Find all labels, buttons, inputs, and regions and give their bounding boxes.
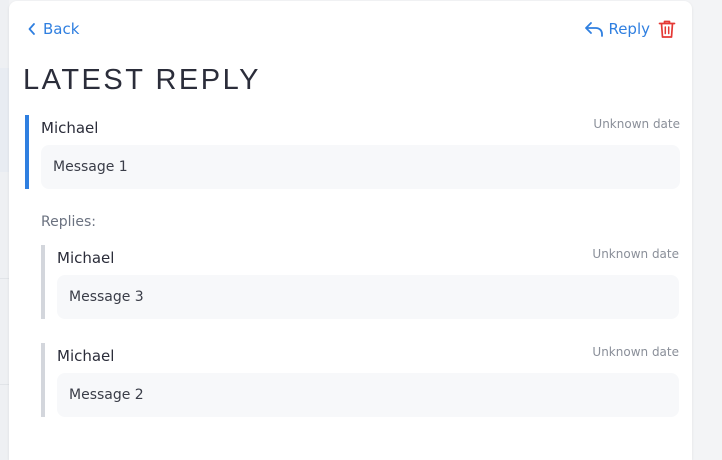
chevron-left-icon bbox=[28, 23, 35, 35]
reply-button[interactable]: Reply bbox=[584, 20, 650, 38]
message-date: Unknown date bbox=[593, 117, 680, 131]
trash-icon bbox=[658, 20, 676, 38]
background-selected-row bbox=[0, 68, 9, 172]
reply-body: Message 3 bbox=[57, 275, 679, 319]
back-label: Back bbox=[43, 20, 80, 38]
back-button[interactable]: Back bbox=[27, 20, 79, 38]
reply-item: Michael Unknown date Message 3 bbox=[41, 245, 679, 319]
message-author: Michael bbox=[41, 119, 99, 137]
reply-body: Message 2 bbox=[57, 373, 679, 417]
delete-button[interactable] bbox=[658, 19, 676, 39]
background-divider bbox=[0, 278, 9, 279]
message-detail-panel: Back Reply LATEST REPLY Michael Unknown … bbox=[9, 1, 692, 460]
reply-item: Michael Unknown date Message 2 bbox=[41, 343, 679, 417]
message-actions: Reply bbox=[584, 19, 676, 39]
reply-author: Michael bbox=[57, 347, 115, 365]
reply-author: Michael bbox=[57, 249, 115, 267]
page-title: LATEST REPLY bbox=[23, 64, 261, 96]
background-sidebar bbox=[0, 0, 9, 460]
replies-label: Replies: bbox=[41, 214, 97, 230]
latest-message: Michael Unknown date Message 1 bbox=[25, 115, 680, 189]
reply-date: Unknown date bbox=[592, 345, 679, 359]
message-body: Message 1 bbox=[41, 145, 680, 189]
background-divider bbox=[0, 384, 9, 385]
reply-date: Unknown date bbox=[592, 247, 679, 261]
reply-label: Reply bbox=[608, 20, 650, 38]
reply-arrow-icon bbox=[585, 22, 604, 37]
